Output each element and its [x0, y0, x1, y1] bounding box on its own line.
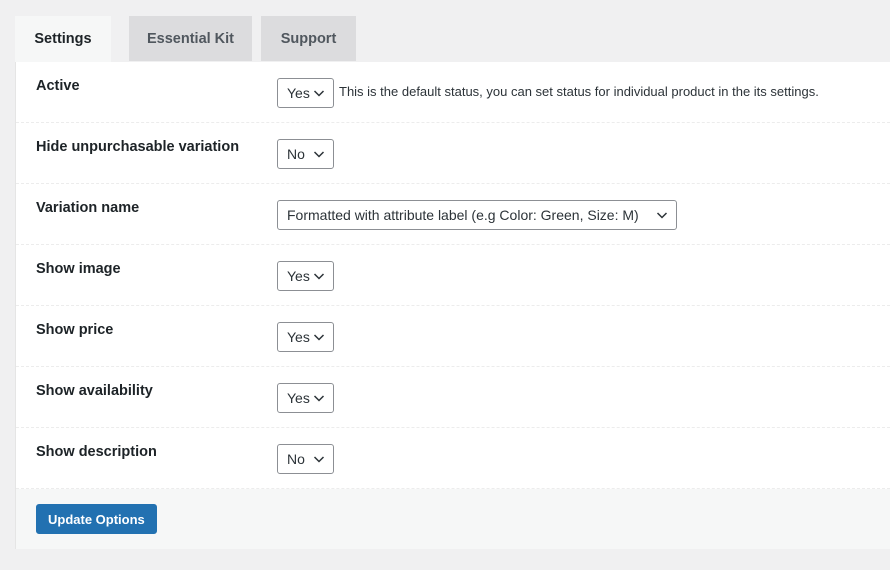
show-availability-select[interactable]: Yes [277, 383, 334, 413]
show-price-select-value: Yes [287, 329, 310, 345]
tab-settings[interactable]: Settings [15, 16, 111, 62]
chevron-down-icon [656, 210, 668, 220]
chevron-down-icon [313, 88, 325, 98]
setting-label-show-availability: Show availability [36, 383, 153, 399]
tab-settings-label: Settings [34, 31, 91, 47]
chevron-down-icon [313, 271, 325, 281]
setting-label-hide-unpurchasable: Hide unpurchasable variation [36, 139, 239, 155]
tab-essential-kit-label: Essential Kit [147, 31, 234, 47]
tab-support[interactable]: Support [261, 16, 356, 61]
update-options-button[interactable]: Update Options [36, 504, 157, 534]
show-description-select[interactable]: No [277, 444, 334, 474]
settings-tabs: Settings Essential Kit Support [15, 16, 365, 62]
show-description-select-value: No [287, 451, 305, 467]
show-image-select[interactable]: Yes [277, 261, 334, 291]
chevron-down-icon [313, 149, 325, 159]
setting-row-show-availability: Show availability Yes [16, 367, 890, 428]
settings-panel: Active Yes This is the default status, y… [15, 62, 890, 549]
active-description: This is the default status, you can set … [339, 84, 819, 99]
setting-row-hide-unpurchasable: Hide unpurchasable variation No [16, 123, 890, 184]
variation-name-select[interactable]: Formatted with attribute label (e.g Colo… [277, 200, 677, 230]
setting-label-show-description: Show description [36, 444, 157, 460]
chevron-down-icon [313, 332, 325, 342]
settings-footer: Update Options [16, 489, 890, 549]
setting-row-show-price: Show price Yes [16, 306, 890, 367]
setting-row-variation-name: Variation name Formatted with attribute … [16, 184, 890, 245]
setting-row-show-image: Show image Yes [16, 245, 890, 306]
setting-label-show-image: Show image [36, 261, 121, 277]
setting-label-active: Active [36, 78, 80, 94]
show-availability-select-value: Yes [287, 390, 310, 406]
chevron-down-icon [313, 393, 325, 403]
chevron-down-icon [313, 454, 325, 464]
setting-label-variation-name: Variation name [36, 200, 139, 216]
setting-row-active: Active Yes This is the default status, y… [16, 62, 890, 123]
tab-essential-kit[interactable]: Essential Kit [129, 16, 252, 61]
setting-row-show-description: Show description No [16, 428, 890, 489]
active-select[interactable]: Yes [277, 78, 334, 108]
show-image-select-value: Yes [287, 268, 310, 284]
variation-name-select-value: Formatted with attribute label (e.g Colo… [287, 207, 639, 223]
show-price-select[interactable]: Yes [277, 322, 334, 352]
hide-unpurchasable-select[interactable]: No [277, 139, 334, 169]
setting-label-show-price: Show price [36, 322, 113, 338]
hide-unpurchasable-select-value: No [287, 146, 305, 162]
tab-support-label: Support [281, 31, 337, 47]
active-select-value: Yes [287, 85, 310, 101]
